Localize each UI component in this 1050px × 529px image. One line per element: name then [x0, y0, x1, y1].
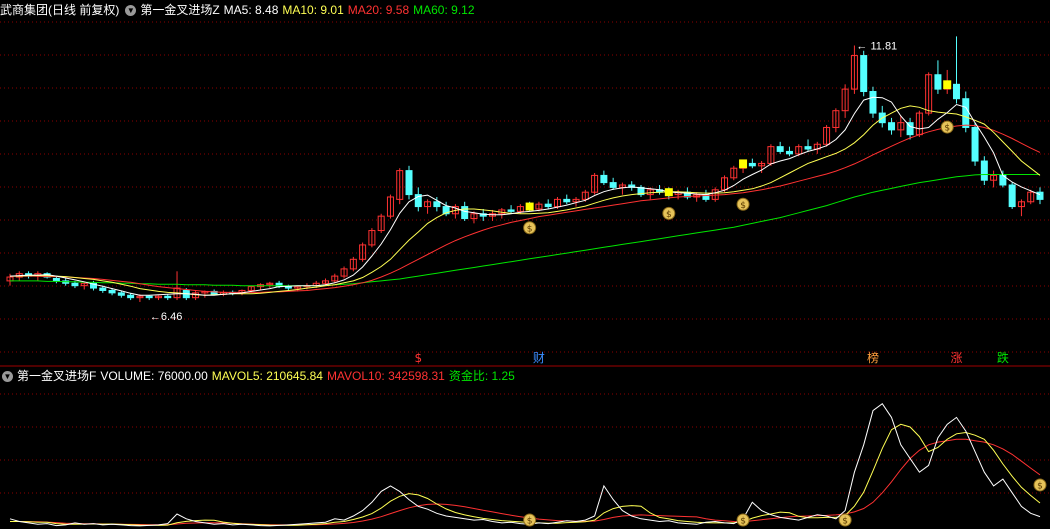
- candle: [971, 126, 979, 162]
- candle: [127, 294, 135, 299]
- candle: [405, 170, 413, 196]
- candle: [99, 287, 107, 291]
- money-bag-icon-glyph: $: [527, 517, 533, 527]
- money-bag-icon-glyph: $: [1037, 481, 1043, 491]
- ma5-line: [9, 96, 1041, 296]
- ma10-line: [10, 105, 1041, 296]
- candle: [776, 146, 784, 152]
- candle: [563, 198, 571, 203]
- candle: [609, 182, 617, 188]
- candle: [600, 174, 608, 184]
- buy-signal-bar: [943, 80, 952, 90]
- candle: [71, 282, 79, 287]
- candle: [52, 277, 60, 282]
- min-price-label: ←6.46: [150, 311, 182, 323]
- buy-signal-bar: [739, 159, 748, 169]
- candle: [284, 286, 292, 289]
- money-bag-icon-glyph: $: [842, 517, 848, 527]
- candle: [860, 55, 868, 93]
- candle: [433, 201, 441, 208]
- candle: [952, 83, 960, 100]
- candle: [145, 295, 153, 299]
- event-label: $: [414, 351, 422, 365]
- event-label: 跌: [997, 350, 1009, 365]
- mavol10-line: [10, 438, 1041, 526]
- candle: [507, 209, 515, 212]
- candle: [1008, 184, 1016, 208]
- volume-line: [9, 402, 1041, 527]
- money-bag-icon-glyph: $: [740, 201, 746, 211]
- candle: [117, 292, 125, 296]
- event-label: 榜: [867, 350, 879, 365]
- candle: [804, 146, 812, 150]
- candle: [461, 206, 469, 220]
- max-price-label: ← 11.81: [856, 40, 897, 52]
- candle: [962, 98, 970, 128]
- buy-signal-bar: [525, 202, 534, 211]
- candle: [108, 289, 116, 294]
- buy-signal-bar: [664, 188, 673, 197]
- candle: [544, 203, 552, 208]
- candle: [934, 74, 942, 90]
- candle: [748, 162, 756, 167]
- money-bag-icon-glyph: $: [527, 224, 533, 234]
- event-label: 涨: [950, 350, 962, 365]
- ma20-line: [10, 124, 1041, 293]
- candle: [888, 122, 896, 131]
- candle: [980, 160, 988, 181]
- mavol5-line: [10, 423, 1041, 526]
- event-label: 财: [533, 351, 545, 365]
- money-bag-icon-glyph: $: [666, 210, 672, 220]
- candle: [164, 295, 172, 299]
- candle: [785, 150, 793, 155]
- money-bag-icon-glyph: $: [944, 124, 950, 134]
- money-bag-icon-glyph: $: [740, 517, 746, 527]
- candle: [869, 91, 877, 114]
- kline-chart[interactable]: $ $ $ $ ← 11.81 ←6.46 $ 财 榜 涨 跌 $ $ $ $: [0, 0, 1050, 529]
